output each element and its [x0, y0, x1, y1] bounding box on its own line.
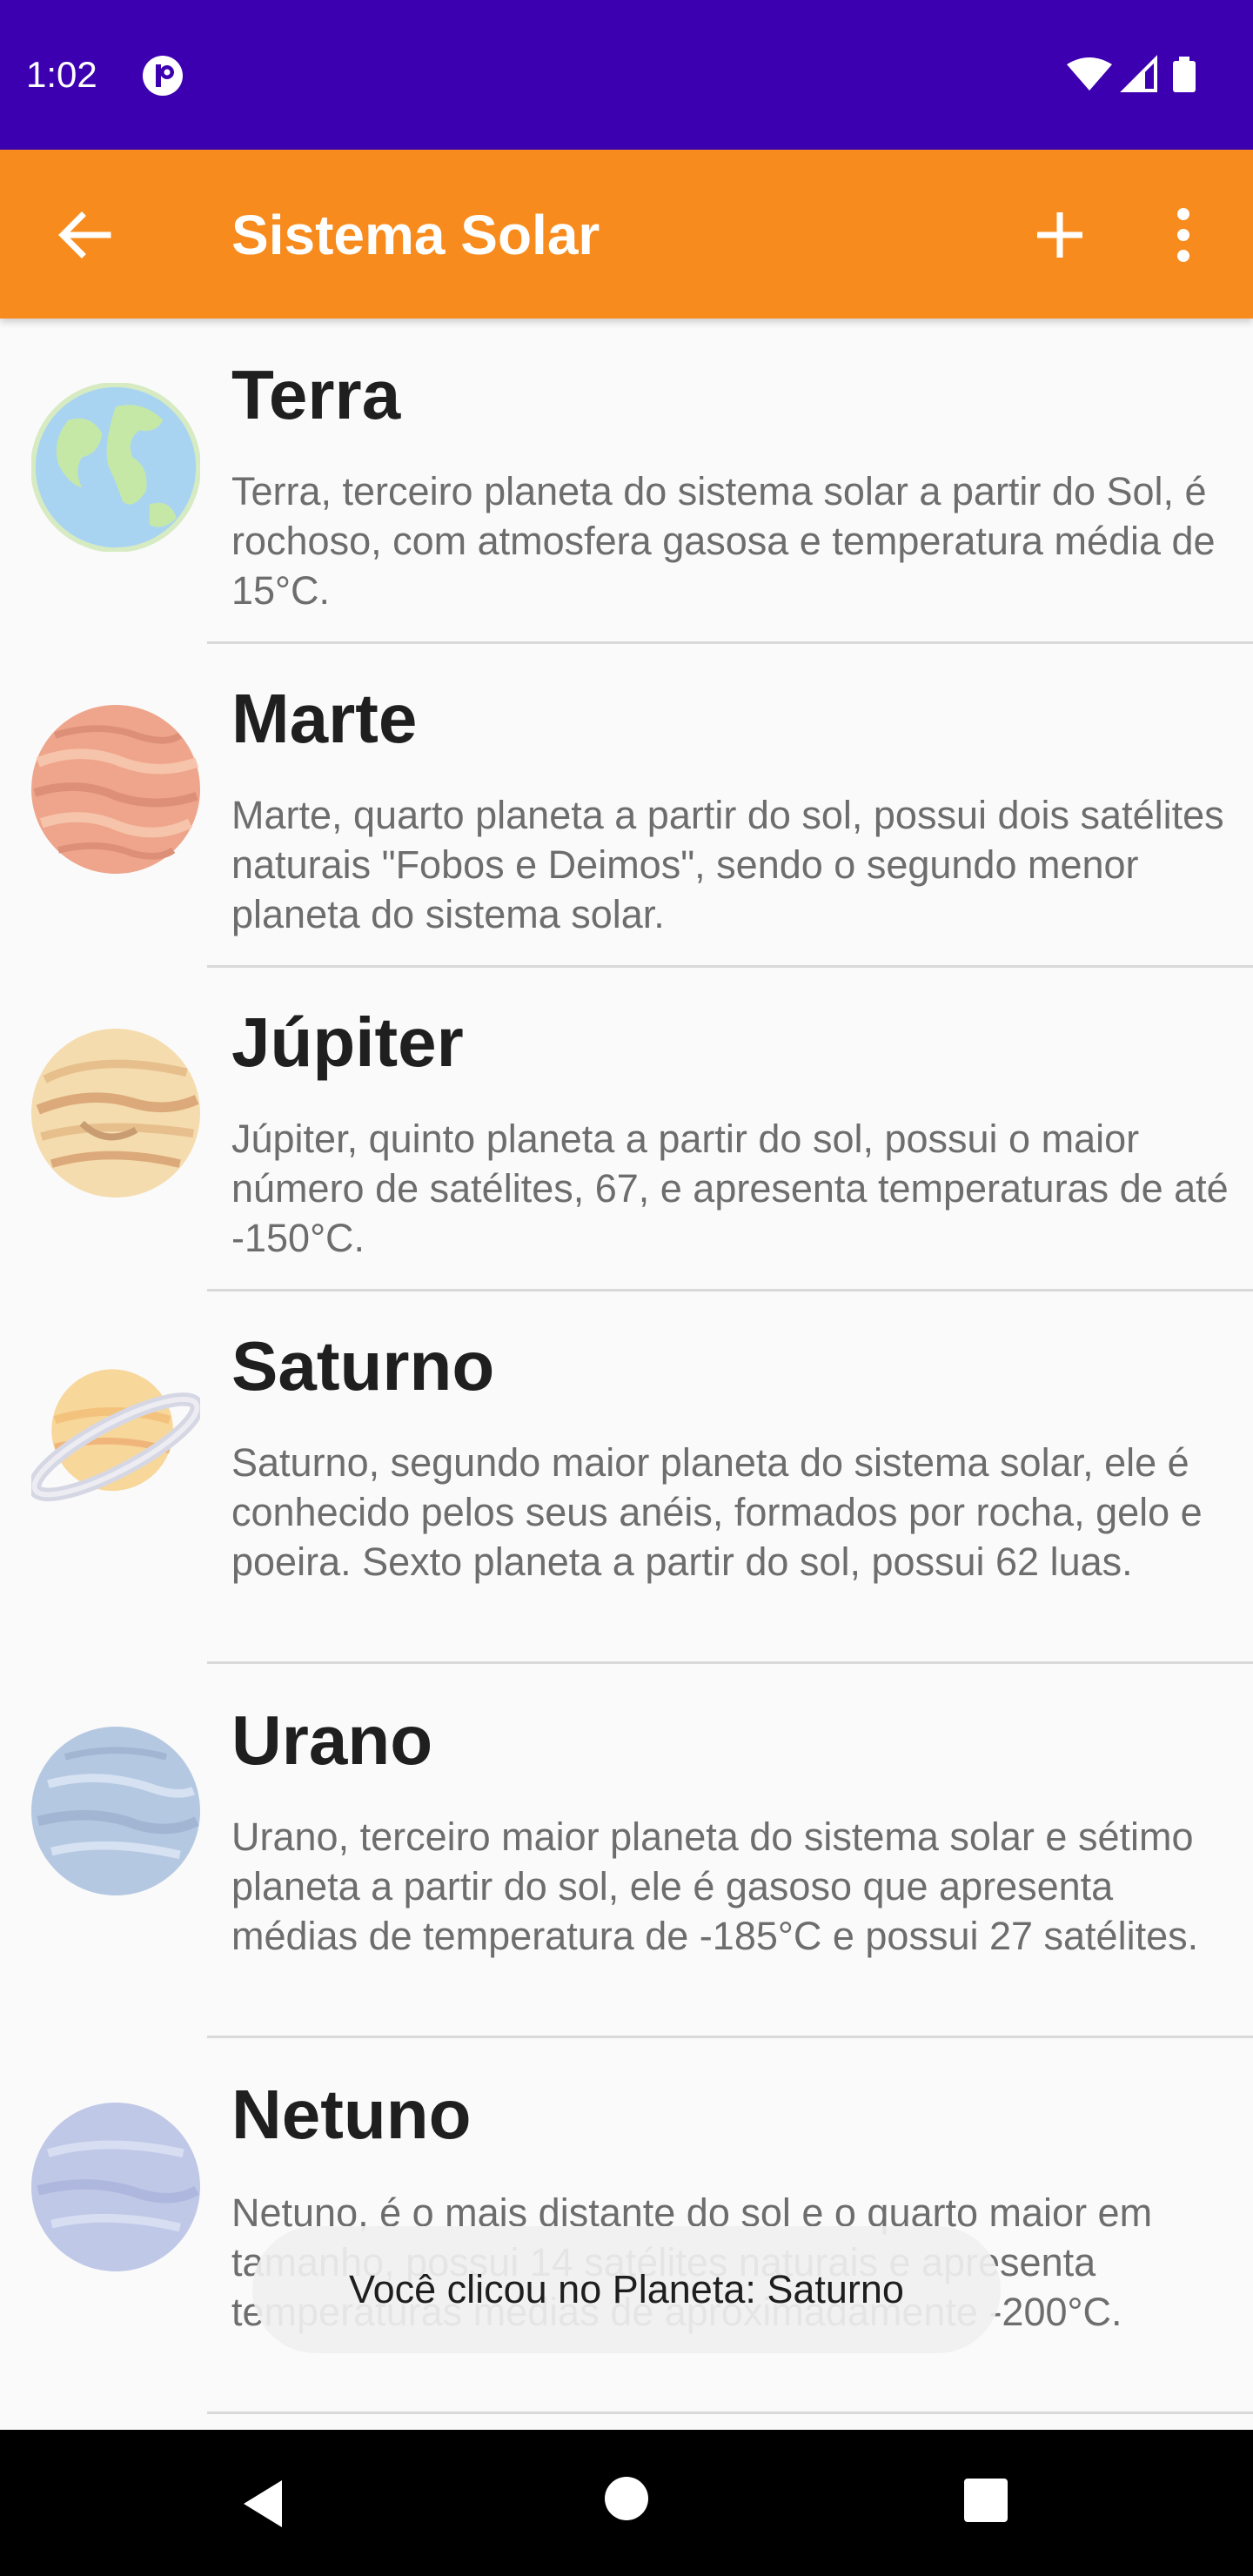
plus-icon[interactable] [1018, 193, 1102, 277]
divider [207, 2412, 1253, 2414]
toast-message: Você clicou no Planeta: Saturno [252, 2226, 1001, 2353]
saturn-icon [31, 1369, 200, 1502]
wifi-icon [1067, 57, 1112, 91]
planet-name: Terra [231, 356, 401, 433]
planet-name: Netuno [231, 2076, 472, 2153]
planet-description: Terra, terceiro planeta do sistema solar… [231, 469, 1216, 613]
neptune-icon [31, 2103, 200, 2271]
status-time: 1:02 [26, 54, 97, 95]
jupiter-icon [31, 1029, 200, 1197]
planet-name: Saturno [231, 1327, 495, 1405]
nav-home-icon[interactable] [603, 2475, 650, 2522]
planet-name: Urano [231, 1701, 433, 1779]
more-vertical-icon[interactable] [1149, 193, 1218, 277]
navigation-bar [0, 2430, 1253, 2576]
nav-recent-apps-icon[interactable] [962, 2477, 1009, 2524]
earth-icon [31, 383, 200, 552]
planet-description: Saturno, segundo maior planeta do sistem… [231, 1440, 1203, 1584]
back-arrow-icon[interactable] [44, 193, 127, 277]
list-item-marte[interactable]: Marte Marte, quarto planeta a partir do … [0, 644, 1253, 968]
uranus-icon [31, 1727, 200, 1895]
app-notification-icon [143, 56, 183, 96]
cellular-signal-icon [1120, 55, 1157, 92]
planet-description: Júpiter, quinto planeta a partir do sol,… [231, 1117, 1229, 1260]
planet-description: Urano, terceiro maior planeta do sistema… [231, 1815, 1199, 1958]
planet-description: Marte, quarto planeta a partir do sol, p… [231, 793, 1224, 936]
list-item-urano[interactable]: Urano Urano, terceiro maior planeta do s… [0, 1664, 1253, 2038]
list-item-saturno[interactable]: Saturno Saturno, segundo maior planeta d… [0, 1291, 1253, 1664]
planet-name: Júpiter [231, 1003, 464, 1081]
nav-back-icon[interactable] [233, 2473, 294, 2534]
status-bar: 1:02 [0, 0, 1253, 150]
planet-name: Marte [231, 680, 418, 757]
app-bar: Sistema Solar [0, 150, 1253, 319]
battery-icon [1173, 57, 1196, 92]
page-title: Sistema Solar [231, 204, 600, 266]
list-item-jupiter[interactable]: Júpiter Júpiter, quinto planeta a partir… [0, 968, 1253, 1291]
status-icons [1067, 55, 1196, 92]
list-item-terra[interactable]: Terra Terra, terceiro planeta do sistema… [0, 319, 1253, 644]
mars-icon [31, 705, 200, 874]
